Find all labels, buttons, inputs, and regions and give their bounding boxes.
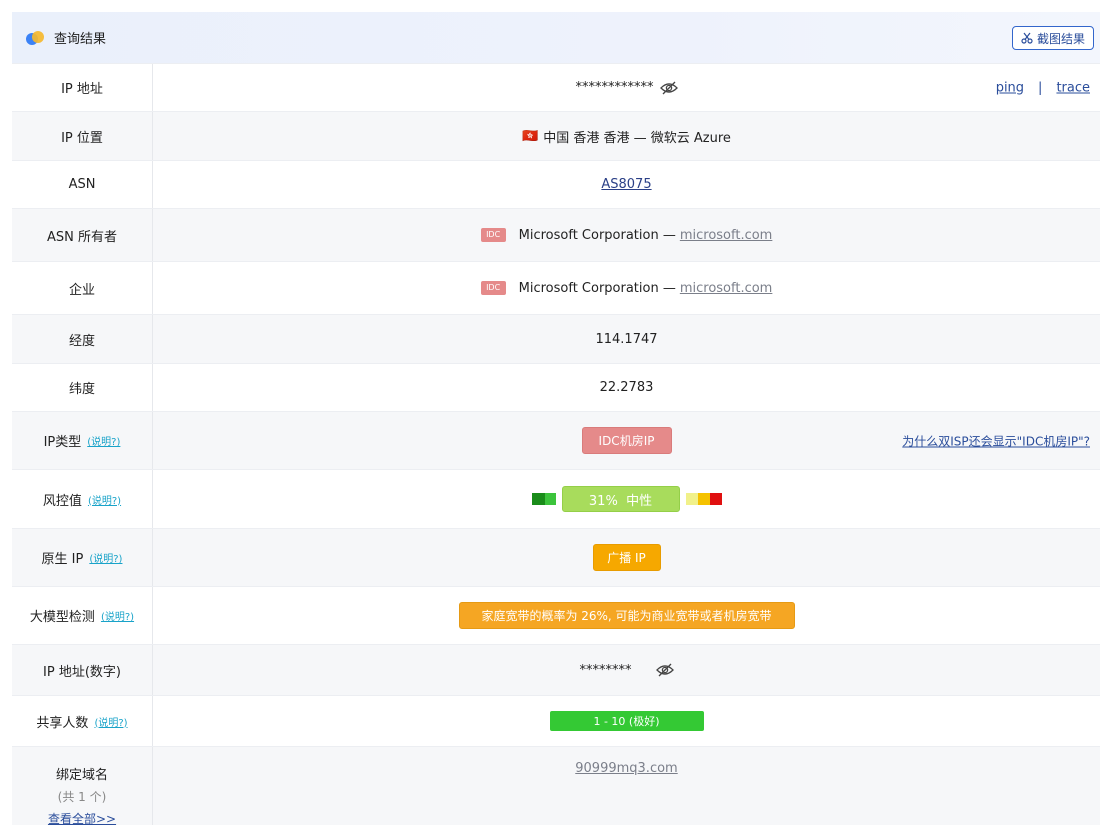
llm-help-link[interactable]: (说明?): [101, 608, 134, 623]
ip-numeric-label: IP 地址(数字): [12, 645, 153, 695]
idc-tag: IDC: [480, 281, 506, 295]
screenshot-button-label: 截图结果: [1036, 31, 1085, 46]
ip-numeric-value: ********: [579, 662, 632, 678]
row-llm-detection: 大模型检测 (说明?) 家庭宽带的概率为 26%, 可能为商业宽带或者机房宽带: [12, 586, 1100, 644]
risk-value-cell: 31% 中性: [153, 470, 1100, 528]
view-all-link[interactable]: 查看全部>>: [48, 810, 116, 825]
native-label-cell: 原生 IP (说明?): [12, 529, 153, 586]
row-ip-type: IP类型 (说明?) IDC机房IP 为什么双ISP还会显示"IDC机房IP"?: [12, 411, 1100, 469]
domains-value-cell: 90999mq3.com: [153, 747, 1100, 825]
risk-scale-max: [709, 493, 722, 505]
row-longitude: 经度 114.1747: [12, 314, 1100, 363]
company-domain-link[interactable]: microsoft.com: [680, 281, 773, 296]
row-ip-numeric: IP 地址(数字) ********: [12, 644, 1100, 695]
row-company: 企业 IDC Microsoft Corporation — microsoft…: [12, 261, 1100, 314]
hong-kong-flag-icon: 🇭🇰: [522, 128, 539, 144]
native-help-link[interactable]: (说明?): [89, 550, 122, 565]
row-asn: ASN AS8075: [12, 160, 1100, 208]
asn-label: ASN: [12, 161, 153, 208]
risk-badge: 31% 中性: [561, 486, 680, 512]
risk-scale-low-dark: [531, 493, 545, 505]
latitude-value: 22.2783: [599, 380, 654, 395]
domains-count: (共 1 个): [57, 790, 107, 804]
llm-label: 大模型检测: [29, 610, 95, 625]
ip-address-value: ************: [575, 80, 654, 95]
row-share-count: 共享人数 (说明?) 1 - 10 (极好): [12, 695, 1100, 746]
llm-value-cell: 家庭宽带的概率为 26%, 可能为商业宽带或者机房宽带: [153, 587, 1100, 644]
row-risk-score: 风控值 (说明?) 31% 中性: [12, 469, 1100, 528]
asn-value-cell: AS8075: [153, 161, 1100, 208]
risk-label-cell: 风控值 (说明?): [12, 470, 153, 528]
row-bound-domains: 绑定域名 (共 1 个) 查看全部>> 90999mq3.com: [12, 746, 1100, 825]
ip-location-value: 中国 香港 香港 — 微软云 Azure: [543, 130, 731, 146]
row-ip-location: IP 位置 🇭🇰 中国 香港 香港 — 微软云 Azure: [12, 111, 1100, 160]
native-value-cell: 广播 IP: [153, 529, 1100, 586]
ping-link[interactable]: ping: [996, 80, 1024, 95]
ip-type-label-cell: IP类型 (说明?): [12, 412, 153, 469]
latitude-label: 纬度: [12, 364, 153, 411]
share-value-cell: 1 - 10 (极好): [153, 696, 1100, 746]
asn-owner-label: ASN 所有者: [12, 209, 153, 261]
screenshot-button[interactable]: 截图结果: [1011, 26, 1094, 50]
risk-scale-mid: [685, 493, 698, 505]
result-header: 查询结果 截图结果: [12, 12, 1100, 63]
longitude-value: 114.1747: [595, 331, 658, 347]
link-separator: |: [1038, 80, 1043, 95]
ip-address-value-cell: ************ ping | trace: [153, 64, 1100, 111]
risk-scale-low-light: [544, 493, 556, 505]
risk-scale-high: [697, 493, 710, 505]
query-result-panel: 查询结果 截图结果 IP 地址 ************ ping | trac…: [12, 12, 1100, 825]
ip-location-label: IP 位置: [12, 112, 153, 160]
domains-label-cell: 绑定域名 (共 1 个) 查看全部>>: [12, 747, 153, 825]
asn-owner-domain-link[interactable]: microsoft.com: [680, 228, 773, 243]
company-label: 企业: [12, 262, 153, 314]
eye-off-icon[interactable]: [659, 81, 678, 95]
eye-off-icon[interactable]: [655, 663, 674, 677]
native-label: 原生 IP: [41, 552, 84, 567]
ip-numeric-value-cell: ********: [153, 645, 1100, 695]
domains-label: 绑定域名: [55, 768, 108, 783]
native-badge: 广播 IP: [592, 544, 661, 571]
scissors-icon: [1021, 32, 1033, 44]
bound-domain-link[interactable]: 90999mq3.com: [575, 761, 677, 776]
asn-owner-value-cell: IDC Microsoft Corporation — microsoft.co…: [153, 209, 1100, 261]
share-help-link[interactable]: (说明?): [94, 714, 127, 729]
risk-label: 风控值: [42, 493, 82, 509]
company-value-cell: IDC Microsoft Corporation — microsoft.co…: [153, 262, 1100, 314]
asn-owner-name: Microsoft Corporation —: [518, 227, 676, 243]
ip-location-value-cell: 🇭🇰 中国 香港 香港 — 微软云 Azure: [153, 112, 1100, 160]
idc-tag: IDC: [480, 228, 506, 242]
ip-type-badge: IDC机房IP: [581, 427, 672, 454]
brand-logo-icon: [26, 30, 46, 45]
ip-address-label: IP 地址: [12, 64, 153, 111]
company-name: Microsoft Corporation —: [518, 280, 676, 296]
ip-type-help-link[interactable]: (说明?): [87, 433, 120, 448]
longitude-label: 经度: [12, 315, 153, 363]
share-label: 共享人数: [36, 715, 89, 731]
row-native-ip: 原生 IP (说明?) 广播 IP: [12, 528, 1100, 586]
share-label-cell: 共享人数 (说明?): [12, 696, 153, 746]
ip-tools-links: ping | trace: [996, 80, 1090, 95]
row-asn-owner: ASN 所有者 IDC Microsoft Corporation — micr…: [12, 208, 1100, 261]
why-idc-link[interactable]: 为什么双ISP还会显示"IDC机房IP"?: [902, 432, 1090, 449]
share-badge: 1 - 10 (极好): [549, 711, 704, 731]
trace-link[interactable]: trace: [1056, 80, 1090, 95]
ip-type-value-cell: IDC机房IP 为什么双ISP还会显示"IDC机房IP"?: [153, 412, 1100, 469]
llm-label-cell: 大模型检测 (说明?): [12, 587, 153, 644]
row-ip-address: IP 地址 ************ ping | trace: [12, 63, 1100, 111]
risk-help-link[interactable]: (说明?): [88, 492, 121, 507]
row-latitude: 纬度 22.2783: [12, 363, 1100, 411]
ip-type-label: IP类型: [43, 435, 82, 450]
asn-link[interactable]: AS8075: [601, 177, 651, 192]
risk-meter: 31% 中性: [531, 486, 722, 512]
header-title: 查询结果: [54, 32, 107, 47]
llm-badge: 家庭宽带的概率为 26%, 可能为商业宽带或者机房宽带: [458, 602, 795, 629]
